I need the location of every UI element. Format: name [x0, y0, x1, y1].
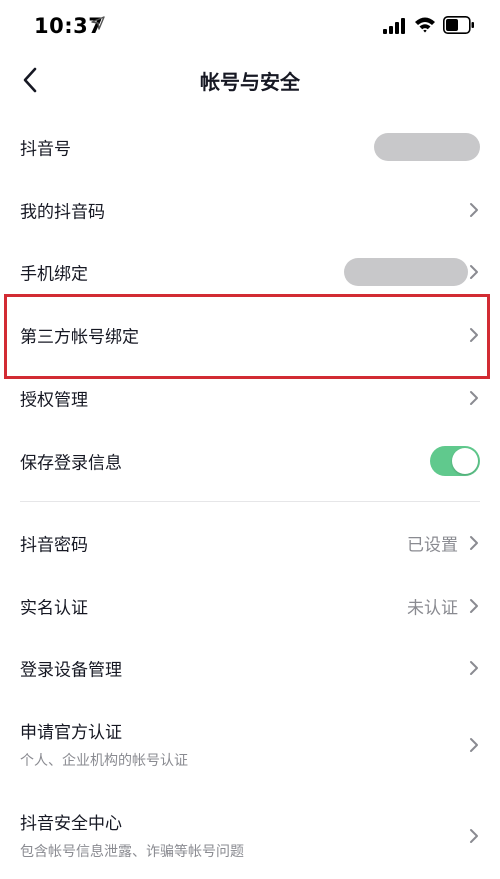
row-third-party-binding[interactable]: 第三方帐号绑定 — [0, 304, 500, 366]
chevron-right-icon — [470, 265, 478, 279]
signal-icon — [383, 18, 405, 34]
chevron-right-icon — [470, 599, 478, 613]
row-value: 未认证 — [407, 598, 458, 619]
row-security-center[interactable]: 抖音安全中心 包含帐号信息泄露、诈骗等帐号问题 — [0, 793, 500, 879]
row-phone-binding[interactable]: 手机绑定 — [0, 241, 500, 303]
row-save-login-info: 保存登录信息 — [0, 430, 500, 492]
battery-icon — [443, 16, 474, 34]
row-my-qr-code[interactable]: 我的抖音码 — [0, 179, 500, 241]
row-douyin-id[interactable]: 抖音号 — [0, 116, 500, 178]
row-douyin-password[interactable]: 抖音密码 已设置 — [0, 512, 500, 574]
chevron-right-icon — [470, 203, 478, 217]
chevron-right-icon — [470, 738, 478, 752]
row-real-name-verification[interactable]: 实名认证 未认证 — [0, 575, 500, 637]
toggle-knob — [452, 448, 478, 474]
status-bar: 10:37 — [0, 0, 500, 50]
row-label: 授权管理 — [20, 390, 88, 411]
location-arrow-icon — [91, 16, 105, 30]
row-label: 我的抖音码 — [20, 202, 105, 223]
row-label: 抖音号 — [20, 139, 71, 160]
row-official-verification[interactable]: 申请官方认证 个人、企业机构的帐号认证 — [0, 702, 500, 788]
chevron-right-icon — [470, 328, 478, 342]
section-divider — [20, 501, 480, 502]
row-subtitle: 个人、企业机构的帐号认证 — [20, 753, 188, 769]
row-label: 保存登录信息 — [20, 453, 122, 474]
row-label: 第三方帐号绑定 — [20, 327, 139, 348]
redacted-value — [344, 258, 468, 286]
row-label: 实名认证 — [20, 598, 88, 619]
chevron-right-icon — [470, 536, 478, 550]
row-login-device-management[interactable]: 登录设备管理 — [0, 637, 500, 699]
chevron-right-icon — [470, 391, 478, 405]
row-label: 申请官方认证 — [20, 723, 122, 743]
save-login-toggle[interactable] — [430, 446, 480, 476]
redacted-value — [374, 133, 480, 161]
nav-bar: 帐号与安全 — [0, 50, 500, 110]
row-authorization-management[interactable]: 授权管理 — [0, 367, 500, 429]
wifi-icon — [415, 17, 435, 33]
row-label: 登录设备管理 — [20, 660, 122, 681]
row-label: 抖音安全中心 — [20, 814, 122, 834]
row-label: 抖音密码 — [20, 535, 88, 556]
chevron-right-icon — [470, 829, 478, 843]
chevron-right-icon — [470, 661, 478, 675]
row-subtitle: 包含帐号信息泄露、诈骗等帐号问题 — [20, 844, 244, 860]
row-value: 已设置 — [407, 535, 458, 556]
row-label: 手机绑定 — [20, 264, 88, 285]
page-title: 帐号与安全 — [200, 70, 300, 94]
